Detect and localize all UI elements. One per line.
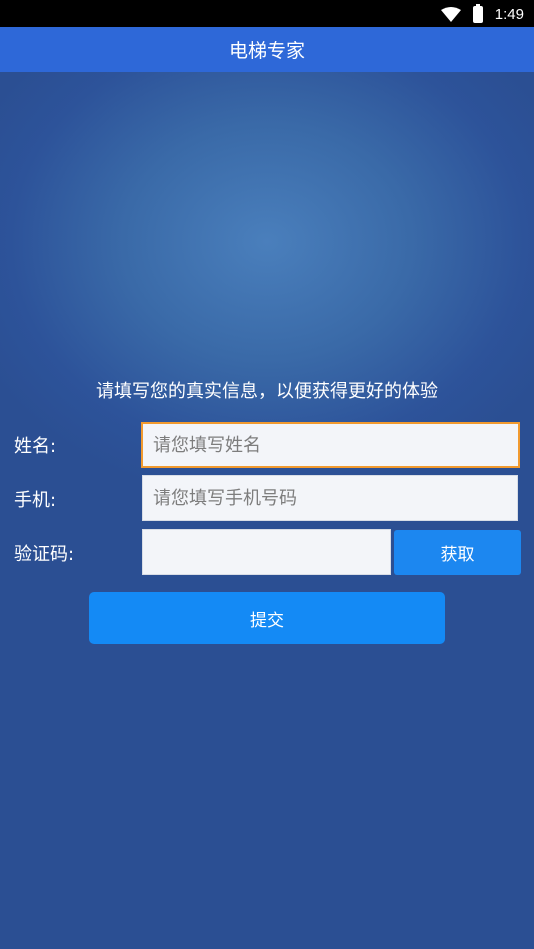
name-label: 姓名: bbox=[14, 436, 57, 457]
phone-label: 手机: bbox=[14, 490, 57, 511]
status-time: 1:49 bbox=[494, 5, 524, 23]
phone-input[interactable] bbox=[142, 475, 518, 521]
code-label: 验证码: bbox=[14, 544, 75, 565]
status-icons: 1:49 bbox=[440, 3, 524, 24]
battery-icon bbox=[472, 3, 483, 23]
registration-form: 请填写您的真实信息，以便获得更好的体验 姓名: 手机: 验证码: 获取 提交 bbox=[0, 72, 534, 949]
name-input[interactable] bbox=[141, 422, 520, 468]
get-code-button[interactable]: 获取 bbox=[394, 530, 521, 575]
form-notice: 请填写您的真实信息，以便获得更好的体验 bbox=[96, 381, 438, 402]
verification-code-input[interactable] bbox=[142, 529, 391, 575]
app-bar: 电梯专家 bbox=[0, 27, 534, 72]
wifi-icon bbox=[440, 6, 461, 22]
submit-button[interactable]: 提交 bbox=[89, 592, 445, 644]
app-title: 电梯专家 bbox=[228, 40, 305, 62]
status-bar: 1:49 bbox=[0, 0, 534, 27]
